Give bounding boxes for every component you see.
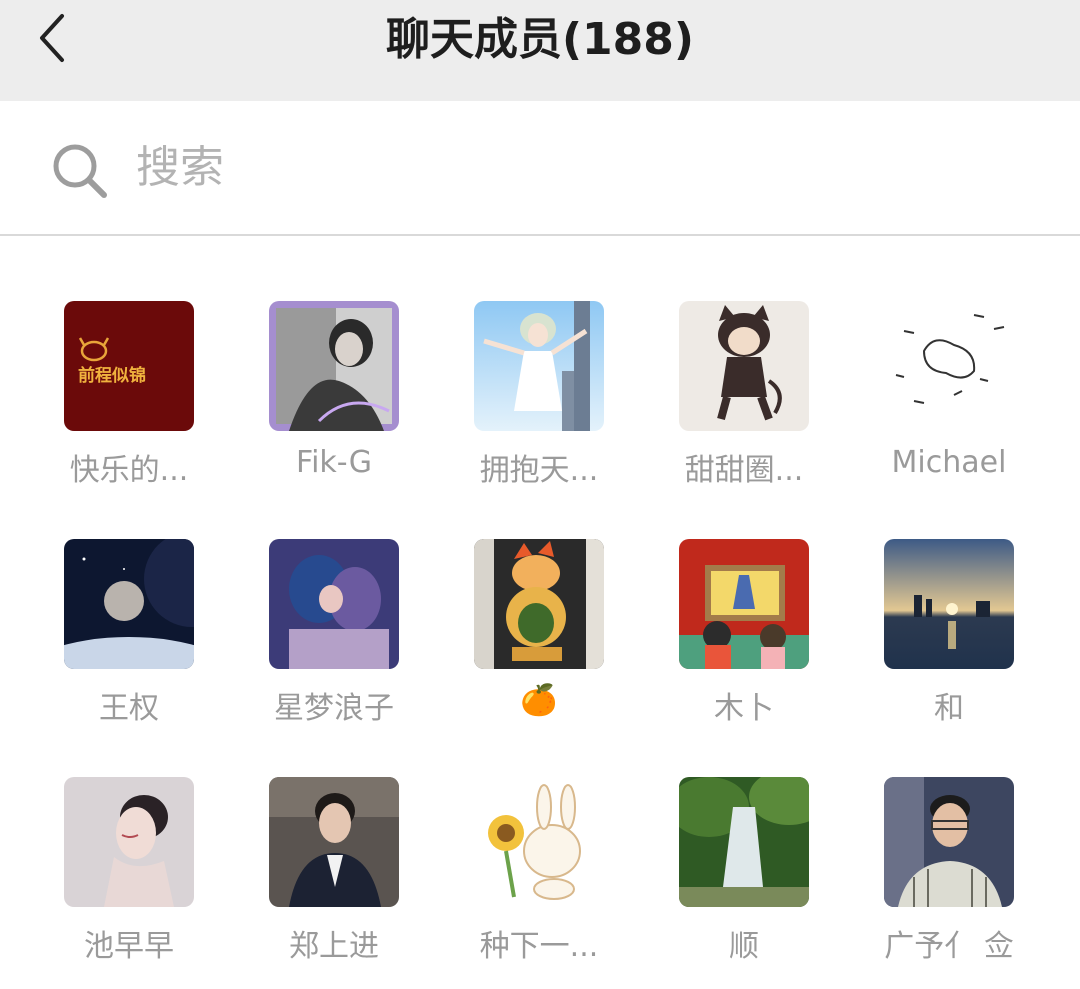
member-item[interactable]: 池早早 — [25, 777, 230, 977]
member-name: 甜甜圈... — [684, 453, 804, 488]
member-item[interactable]: 甜甜圈... — [640, 301, 845, 501]
member-name: 郑上进 — [289, 929, 379, 964]
member-name: 顺 — [729, 929, 759, 964]
member-item[interactable]: 拥抱天... — [435, 301, 640, 501]
member-item[interactable]: 郑上进 — [230, 777, 435, 977]
member-name: 池早早 — [84, 929, 174, 964]
member-name: 拥抱天... — [479, 453, 599, 488]
member-item[interactable]: 🍊 — [435, 539, 640, 739]
member-item[interactable]: Fik-G — [230, 301, 435, 501]
avatar — [269, 539, 399, 669]
avatar — [884, 539, 1014, 669]
member-name: Fik-G — [296, 445, 372, 480]
member-item[interactable]: 广予亻 佥 — [845, 777, 1050, 977]
member-name: 和 — [934, 691, 964, 726]
avatar — [679, 777, 809, 907]
member-name: 快乐的... — [69, 453, 189, 488]
member-item[interactable]: 和 — [845, 539, 1050, 739]
search-icon — [53, 144, 107, 198]
member-grid: 前程似锦 快乐的... Fik-G 拥抱天... 甜甜圈... Michael … — [0, 236, 1080, 989]
avatar — [474, 301, 604, 431]
member-item[interactable]: 星梦浪子 — [230, 539, 435, 739]
member-item[interactable]: 木卜 — [640, 539, 845, 739]
avatar — [269, 301, 399, 431]
avatar — [884, 777, 1014, 907]
member-name: 广予亻 佥 — [884, 929, 1014, 964]
top-bar: 聊天成员(188) — [0, 0, 1080, 101]
member-name: 种下一... — [479, 929, 599, 964]
avatar — [64, 539, 194, 669]
member-name: 木卜 — [714, 691, 774, 726]
member-item[interactable]: 王权 — [25, 539, 230, 739]
member-name: 王权 — [99, 691, 159, 726]
member-item[interactable]: 顺 — [640, 777, 845, 977]
avatar — [474, 777, 604, 907]
avatar — [679, 539, 809, 669]
avatar: 前程似锦 — [64, 301, 194, 431]
avatar — [884, 301, 1014, 431]
svg-text:前程似锦: 前程似锦 — [78, 365, 146, 386]
avatar — [679, 301, 809, 431]
member-item[interactable]: Michael — [845, 301, 1050, 501]
avatar — [269, 777, 399, 907]
member-name: 🍊 — [520, 683, 558, 718]
member-item[interactable]: 前程似锦 快乐的... — [25, 301, 230, 501]
member-name: 星梦浪子 — [274, 691, 394, 726]
avatar — [474, 539, 604, 669]
page-title: 聊天成员(188) — [385, 14, 695, 65]
member-item[interactable]: 种下一... — [435, 777, 640, 977]
search-input[interactable] — [132, 131, 1020, 203]
avatar — [64, 777, 194, 907]
search-bar — [0, 101, 1080, 236]
member-name: Michael — [891, 445, 1007, 480]
